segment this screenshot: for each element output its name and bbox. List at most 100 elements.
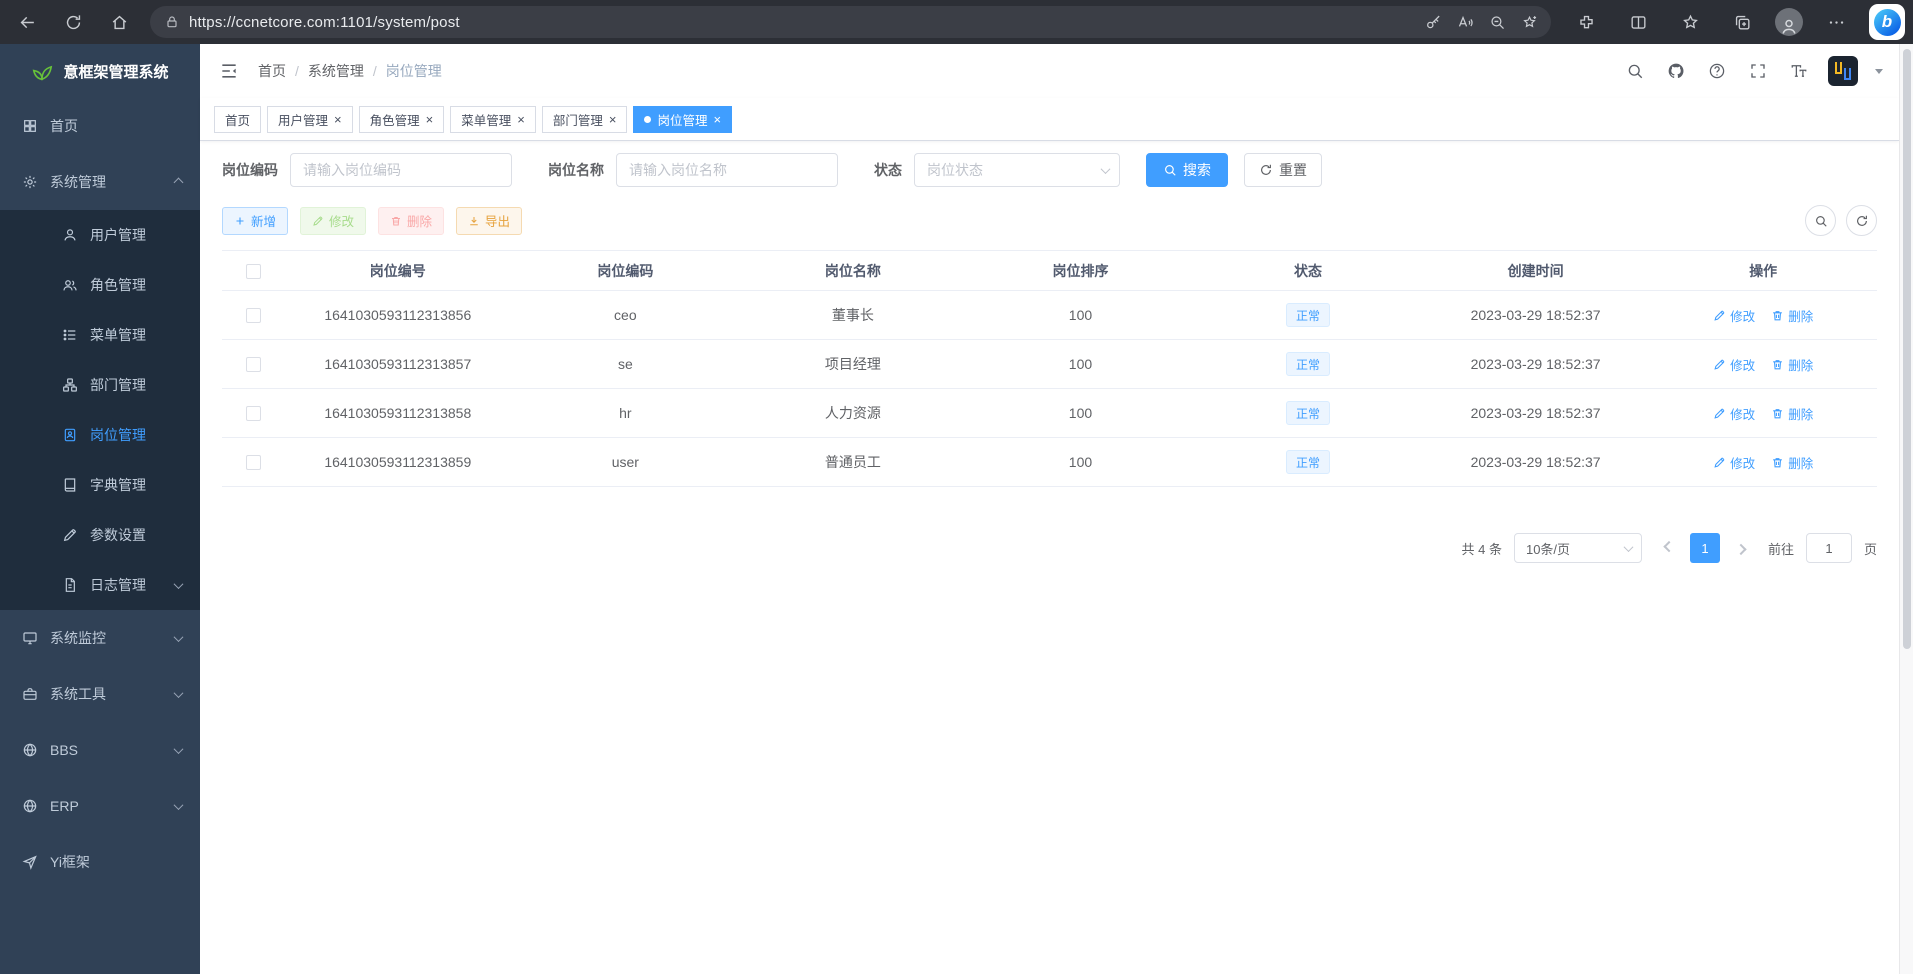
- sidebar-item-bbs[interactable]: BBS: [0, 722, 200, 778]
- address-bar[interactable]: https://ccnetcore.com:1101/system/post: [150, 6, 1551, 38]
- refresh-table-button[interactable]: [1846, 205, 1877, 236]
- sidebar-item-dept[interactable]: 部门管理: [0, 360, 200, 410]
- delete-button[interactable]: 删除: [378, 207, 444, 235]
- sidebar-toggle-button[interactable]: [216, 58, 242, 84]
- row-delete-link[interactable]: 删除: [1771, 453, 1813, 472]
- main-panel: 首页 / 系统管理 / 岗位管理: [200, 44, 1899, 974]
- browser-profile-avatar[interactable]: [1775, 8, 1803, 36]
- chevron-down-icon: [174, 632, 184, 642]
- prev-page-button[interactable]: [1654, 533, 1684, 563]
- row-delete-link[interactable]: 删除: [1771, 355, 1813, 374]
- document-icon: [62, 577, 78, 593]
- breadcrumb-system[interactable]: 系统管理: [308, 61, 364, 81]
- close-tab-icon[interactable]: ×: [426, 113, 434, 126]
- sidebar-item-system[interactable]: 系统管理: [0, 154, 200, 210]
- trash-icon: [390, 215, 402, 227]
- page-unit-label: 页: [1864, 539, 1877, 558]
- row-delete-link[interactable]: 删除: [1771, 306, 1813, 325]
- row-edit-link[interactable]: 修改: [1713, 355, 1755, 374]
- cell-post-id: 1641030593112313859: [284, 438, 512, 487]
- chevron-down-icon: [174, 579, 184, 589]
- status-select[interactable]: 岗位状态: [914, 153, 1120, 187]
- github-icon[interactable]: [1664, 59, 1688, 83]
- close-tab-icon[interactable]: ×: [517, 113, 525, 126]
- edit-button[interactable]: 修改: [300, 207, 366, 235]
- tab-post-mgmt[interactable]: 岗位管理 ×: [633, 106, 732, 133]
- tab-user-mgmt[interactable]: 用户管理 ×: [267, 106, 353, 133]
- fullscreen-icon[interactable]: [1746, 59, 1770, 83]
- sidebar-item-log[interactable]: 日志管理: [0, 560, 200, 610]
- tab-menu-mgmt[interactable]: 菜单管理 ×: [450, 106, 536, 133]
- sidebar-item-erp[interactable]: ERP: [0, 778, 200, 834]
- next-page-button[interactable]: [1726, 533, 1756, 563]
- breadcrumb-home[interactable]: 首页: [258, 61, 286, 81]
- sidebar-item-tool[interactable]: 系统工具: [0, 666, 200, 722]
- sidebar-item-post[interactable]: 岗位管理: [0, 410, 200, 460]
- sidebar-item-yi[interactable]: Yi框架: [0, 834, 200, 890]
- refresh-button[interactable]: [54, 5, 92, 39]
- tab-role-mgmt[interactable]: 角色管理 ×: [359, 106, 445, 133]
- split-screen-icon[interactable]: [1619, 5, 1657, 39]
- sidebar-item-role[interactable]: 角色管理: [0, 260, 200, 310]
- row-checkbox[interactable]: [246, 455, 261, 470]
- post-name-input[interactable]: [616, 153, 838, 187]
- site-security-lock-icon[interactable]: [164, 14, 180, 30]
- row-edit-link[interactable]: 修改: [1713, 453, 1755, 472]
- avatar-dropdown-caret[interactable]: [1875, 69, 1883, 74]
- search-button[interactable]: 搜索: [1146, 153, 1228, 187]
- post-code-input[interactable]: [290, 153, 512, 187]
- zoom-icon[interactable]: [1481, 8, 1513, 36]
- page-size-select[interactable]: 10条/页: [1514, 533, 1642, 563]
- page-scrollbar[interactable]: [1899, 44, 1913, 974]
- close-tab-icon[interactable]: ×: [334, 113, 342, 126]
- back-button[interactable]: [8, 5, 46, 39]
- row-checkbox[interactable]: [246, 406, 261, 421]
- password-key-icon[interactable]: [1417, 8, 1449, 36]
- status-badge: 正常: [1286, 303, 1330, 327]
- row-edit-link[interactable]: 修改: [1713, 404, 1755, 423]
- collections-icon[interactable]: [1723, 5, 1761, 39]
- post-name-label: 岗位名称: [548, 160, 604, 180]
- row-delete-link[interactable]: 删除: [1771, 404, 1813, 423]
- sidebar-item-param[interactable]: 参数设置: [0, 510, 200, 560]
- row-checkbox[interactable]: [246, 357, 261, 372]
- row-checkbox[interactable]: [246, 308, 261, 323]
- browser-more-menu-icon[interactable]: [1817, 5, 1855, 39]
- font-size-icon[interactable]: [1787, 59, 1811, 83]
- select-all-checkbox[interactable]: [246, 264, 261, 279]
- add-button[interactable]: 新增: [222, 207, 288, 235]
- sidebar-item-user[interactable]: 用户管理: [0, 210, 200, 260]
- favorite-star-icon[interactable]: [1513, 8, 1545, 36]
- sidebar-item-home[interactable]: 首页: [0, 98, 200, 154]
- favorites-bar-icon[interactable]: [1671, 5, 1709, 39]
- home-button[interactable]: [100, 5, 138, 39]
- url-text[interactable]: https://ccnetcore.com:1101/system/post: [189, 14, 1417, 31]
- bing-copilot-button[interactable]: b: [1869, 4, 1905, 40]
- cell-post-id: 1641030593112313856: [284, 291, 512, 340]
- extensions-icon[interactable]: [1567, 5, 1605, 39]
- tab-home[interactable]: 首页: [214, 106, 261, 133]
- close-tab-icon[interactable]: ×: [609, 113, 617, 126]
- current-page-button[interactable]: 1: [1690, 533, 1720, 563]
- row-edit-link[interactable]: 修改: [1713, 306, 1755, 325]
- user-avatar[interactable]: [1828, 56, 1858, 86]
- id-badge-icon: [62, 427, 78, 443]
- header-search-icon[interactable]: [1623, 59, 1647, 83]
- reset-button[interactable]: 重置: [1244, 153, 1322, 187]
- pagination: 共 4 条 10条/页 1 前往 页: [222, 533, 1877, 563]
- close-tab-icon[interactable]: ×: [713, 113, 721, 126]
- export-button[interactable]: 导出: [456, 207, 522, 235]
- sidebar-item-monitor[interactable]: 系统监控: [0, 610, 200, 666]
- cell-created: 2023-03-29 18:52:37: [1422, 340, 1650, 389]
- toolbox-icon: [22, 686, 38, 702]
- avatar-logo-mark: [1844, 68, 1851, 80]
- goto-page-input[interactable]: [1806, 533, 1852, 563]
- tab-dept-mgmt[interactable]: 部门管理 ×: [542, 106, 628, 133]
- read-aloud-icon[interactable]: [1449, 8, 1481, 36]
- sidebar-item-menu[interactable]: 菜单管理: [0, 310, 200, 360]
- toggle-search-button[interactable]: [1805, 205, 1836, 236]
- scrollbar-thumb[interactable]: [1903, 49, 1911, 649]
- sidebar-item-dict[interactable]: 字典管理: [0, 460, 200, 510]
- plus-icon: [234, 215, 246, 227]
- help-question-icon[interactable]: [1705, 59, 1729, 83]
